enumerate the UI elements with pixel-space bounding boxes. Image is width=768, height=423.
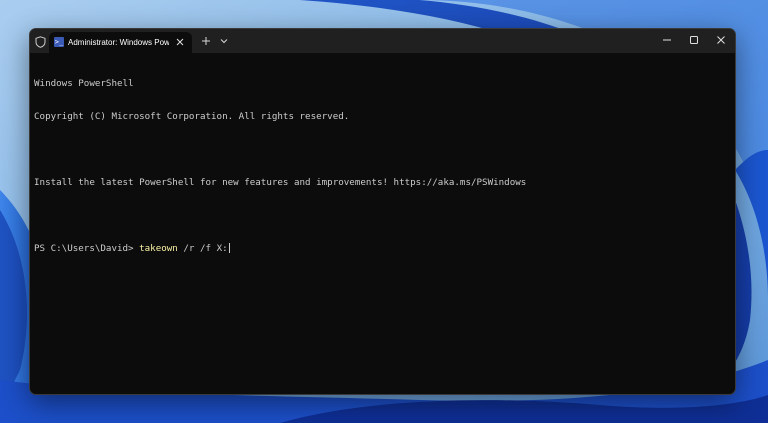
shield-icon <box>35 36 46 48</box>
console-line: Windows PowerShell <box>34 78 134 89</box>
titlebar: >_ Administrator: Windows Power <box>30 29 735 53</box>
command-name: takeown <box>139 243 178 254</box>
maximize-icon[interactable] <box>687 33 701 47</box>
desktop: >_ Administrator: Windows Power Windows … <box>0 0 768 423</box>
close-icon[interactable] <box>714 33 728 47</box>
terminal-window: >_ Administrator: Windows Power Windows … <box>29 28 736 395</box>
prompt-line[interactable]: PS C:\Users\David> takeown /r /f X: <box>34 243 731 254</box>
console-line: Install the latest PowerShell for new fe… <box>34 177 527 188</box>
console-output[interactable]: Windows PowerShell Copyright (C) Microso… <box>34 56 731 390</box>
minimize-icon[interactable] <box>660 33 674 47</box>
prompt: PS C:\Users\David> <box>34 243 140 254</box>
console-line: Copyright (C) Microsoft Corporation. All… <box>34 111 350 122</box>
plus-icon[interactable] <box>200 35 212 47</box>
close-tab-icon[interactable] <box>174 36 186 48</box>
tab-administrator-powershell[interactable]: >_ Administrator: Windows Power <box>49 32 192 53</box>
powershell-icon: >_ <box>54 37 64 47</box>
tab-title: Administrator: Windows Power <box>68 38 169 47</box>
text-cursor <box>228 243 230 253</box>
command-arguments: /r /f X: <box>177 243 228 254</box>
chevron-down-icon[interactable] <box>218 35 230 47</box>
